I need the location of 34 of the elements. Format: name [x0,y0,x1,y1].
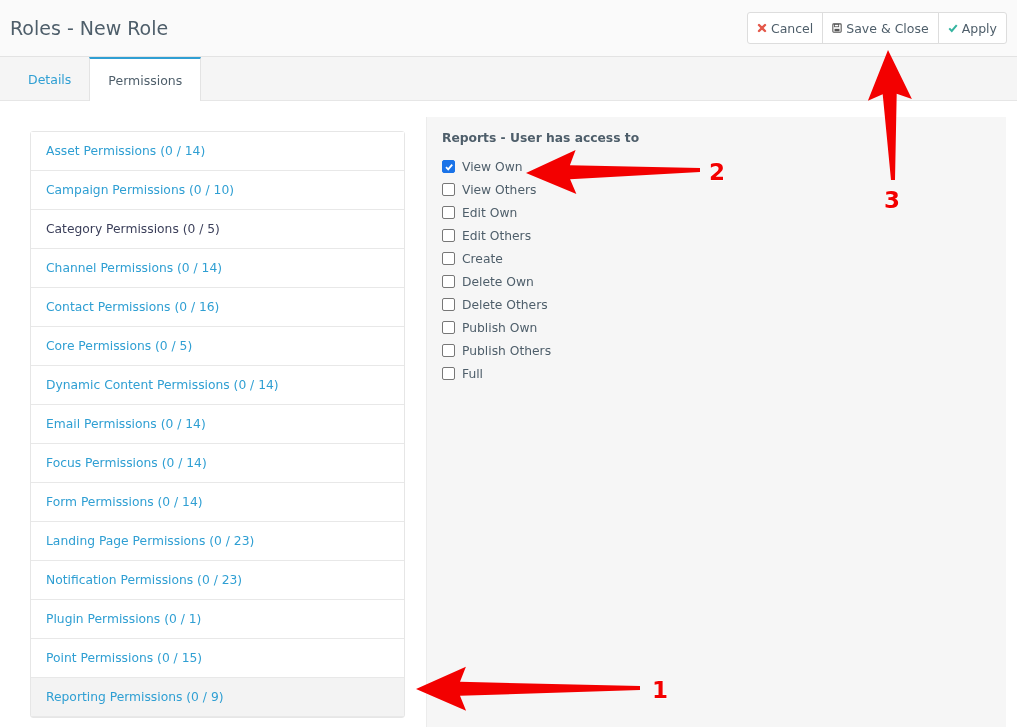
checkbox-label: Delete Others [462,297,548,312]
annotation-number: 2 [709,159,725,185]
checkbox[interactable] [442,183,455,196]
checkbox[interactable] [442,275,455,288]
apply-button[interactable]: Apply [937,12,1007,44]
tab[interactable]: Permissions [89,57,202,101]
checkbox[interactable] [442,160,455,173]
checkbox-label: Publish Own [462,320,538,335]
permission-group-item[interactable]: Reporting Permissions (0 / 9) [31,678,404,717]
permission-group-item[interactable]: Asset Permissions (0 / 14) [31,132,404,171]
checkbox-label: Edit Others [462,228,532,243]
annotation-number: 3 [884,187,900,213]
checkbox[interactable] [442,321,455,334]
checkbox[interactable] [442,229,455,242]
close-icon [756,23,767,33]
checkbox[interactable] [442,206,455,219]
tab[interactable]: Details [10,57,90,100]
annotation-number: 1 [652,677,668,703]
cancel-button[interactable]: Cancel [746,12,824,44]
checkbox[interactable] [442,298,455,311]
checkbox-label: Full [462,366,484,381]
checkbox[interactable] [442,367,455,380]
checkbox-label: Delete Own [462,274,534,289]
checkbox-label: Publish Others [462,343,552,358]
checkmark-icon [947,23,958,33]
checkbox[interactable] [442,252,455,265]
checkbox[interactable] [442,344,455,357]
checkbox-label: Create [462,251,503,266]
page-title: Roles - New Role [10,17,169,39]
checkbox-label: Edit Own [462,205,518,220]
checkbox-label: View Own [462,159,523,174]
panel-heading: Reports - User has access to [442,131,641,145]
save-close-button[interactable]: Save & Close [822,12,939,44]
checkbox-label: View Others [462,182,537,197]
